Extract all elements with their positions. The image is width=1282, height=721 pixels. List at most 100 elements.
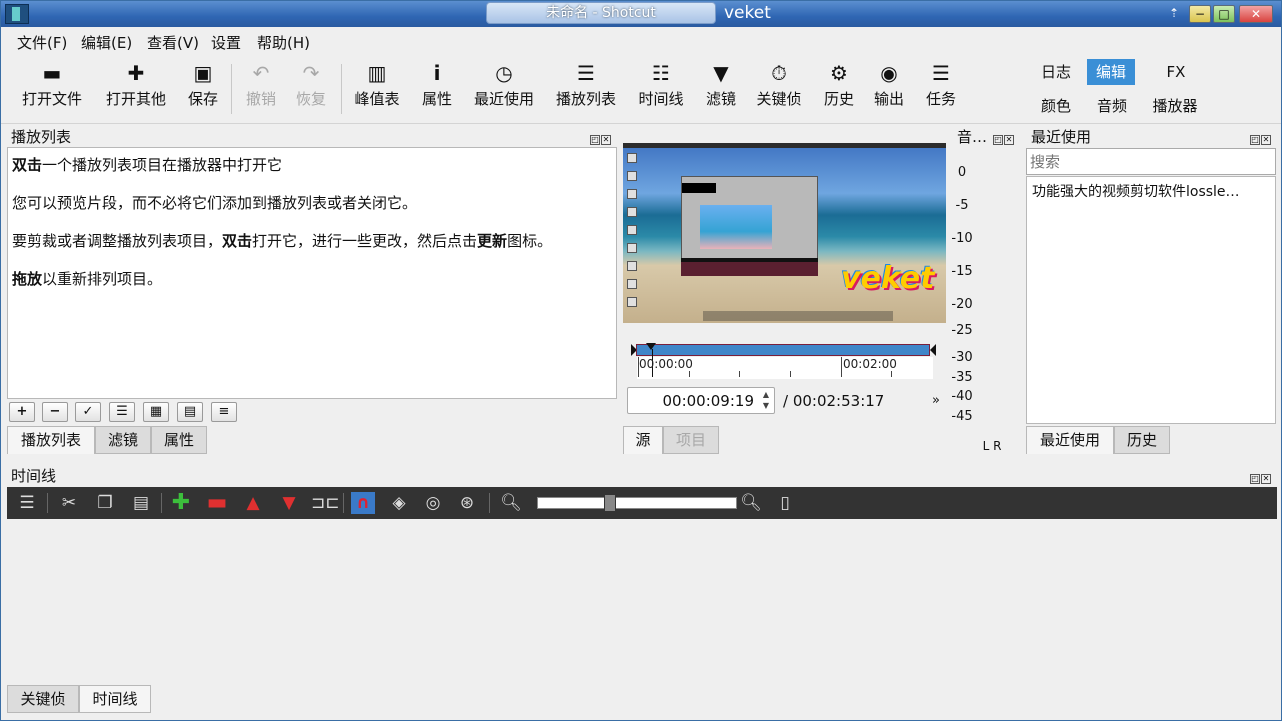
lift-icon[interactable]: ▲ <box>241 492 265 514</box>
playlist-panel-controls[interactable]: ◰ ✕ <box>590 130 614 145</box>
undo-button[interactable]: ↶ 撤销 <box>243 58 279 118</box>
layout-player[interactable]: 播放器 <box>1147 93 1203 119</box>
meter-panel-controls[interactable]: ◰ ✕ <box>993 130 1017 145</box>
redo-button[interactable]: ↷ 恢复 <box>293 58 329 118</box>
player-scrubber[interactable] <box>631 343 936 357</box>
zoom-out-icon[interactable]: 🔍︎ <box>499 492 523 514</box>
paste-icon[interactable]: ▤ <box>129 492 153 514</box>
menu-bar: 文件(F) 编辑(E) 查看(V) 设置 帮助(H) <box>1 28 1281 53</box>
playlist-add-button[interactable]: + <box>9 402 35 422</box>
layout-editing[interactable]: 编辑 <box>1087 59 1135 85</box>
close-panel-icon[interactable]: ✕ <box>1261 474 1271 484</box>
menu-view[interactable]: 查看(V) <box>147 32 199 53</box>
history-button[interactable]: ⚙ 历史 <box>821 58 857 118</box>
properties-label: 属性 <box>421 90 452 108</box>
recent-button[interactable]: ◷ 最近使用 <box>471 58 537 118</box>
properties-button[interactable]: i 属性 <box>419 58 455 118</box>
recent-panel-controls[interactable]: ◰ ✕ <box>1250 130 1274 145</box>
open-file-button[interactable]: ▬ 打开文件 <box>19 58 85 118</box>
cut-icon[interactable]: ✂ <box>57 492 81 514</box>
layout-color[interactable]: 颜色 <box>1035 93 1077 119</box>
export-button[interactable]: ◉ 输出 <box>871 58 907 118</box>
shade-button[interactable]: ⇡ <box>1167 5 1181 23</box>
peak-meter-button[interactable]: ▥ 峰值表 <box>351 58 403 118</box>
tab-properties[interactable]: 属性 <box>151 426 207 454</box>
overwrite-icon[interactable]: ▼ <box>277 492 301 514</box>
nested-window-block <box>682 183 716 193</box>
timeline-separator <box>489 493 490 513</box>
playlist-icons-view-button[interactable]: ▤ <box>177 402 203 422</box>
playlist-tiles-view-button[interactable]: ▦ <box>143 402 169 422</box>
ruler-tick <box>638 357 639 377</box>
video-preview[interactable]: veket <box>623 143 946 323</box>
keyframes-button[interactable]: ⏱ 关键侦 <box>753 58 805 118</box>
float-icon[interactable]: ◰ <box>1250 474 1260 484</box>
tab-filters[interactable]: 滤镜 <box>95 426 151 454</box>
split-icon[interactable]: ⊐⊏ <box>311 492 340 514</box>
recent-search-input[interactable] <box>1026 148 1276 175</box>
player-more-button[interactable]: » <box>932 393 940 408</box>
zoom-slider-handle[interactable] <box>604 494 616 512</box>
tab-keyframes[interactable]: 关键侦 <box>7 685 79 713</box>
timeline-panel-controls[interactable]: ◰ ✕ <box>1250 469 1274 484</box>
save-button[interactable]: ▣ 保存 <box>185 58 221 118</box>
zoom-fit-icon[interactable]: ▯ <box>773 492 797 514</box>
playlist-details-view-button[interactable]: ☰ <box>109 402 135 422</box>
tab-timeline[interactable]: 时间线 <box>79 685 151 713</box>
zoom-slider[interactable] <box>537 494 737 512</box>
stopwatch-icon: ⏱ <box>771 61 787 85</box>
app-icon[interactable] <box>5 4 29 24</box>
menu-file[interactable]: 文件(F) <box>17 32 67 53</box>
maximize-button[interactable]: □ <box>1213 5 1235 23</box>
snap-icon[interactable]: ∩ <box>351 492 375 514</box>
zoom-in-icon[interactable]: 🔍︎ <box>739 492 763 514</box>
playhead-icon[interactable] <box>646 343 660 357</box>
time-spinner[interactable]: ▲ ▼ <box>759 389 773 412</box>
ripple-icon[interactable]: ◎ <box>421 492 445 514</box>
layout-audio[interactable]: 音频 <box>1091 93 1133 119</box>
desktop-icon <box>627 189 637 199</box>
float-icon[interactable]: ◰ <box>993 135 1003 145</box>
minimize-button[interactable]: − <box>1189 5 1211 23</box>
playlist-remove-button[interactable]: − <box>42 402 68 422</box>
recent-list[interactable]: 功能强大的视频剪切软件lossle… <box>1026 176 1276 424</box>
menu-settings[interactable]: 设置 <box>211 32 241 53</box>
jobs-button[interactable]: ☰ 任务 <box>923 58 959 118</box>
menu-icon[interactable]: ☰ <box>15 492 39 514</box>
float-icon[interactable]: ◰ <box>590 135 600 145</box>
close-panel-icon[interactable]: ✕ <box>1004 135 1014 145</box>
playlist-update-button[interactable]: ✓ <box>75 402 101 422</box>
timeline-button[interactable]: ☷ 时间线 <box>635 58 687 118</box>
close-panel-icon[interactable]: ✕ <box>1261 135 1271 145</box>
playlist-view[interactable]: 双击一个播放列表项目在播放器中打开它 您可以预览片段，而不必将它们添加到播放列表… <box>7 147 617 399</box>
close-button[interactable]: ✕ <box>1239 5 1273 23</box>
float-icon[interactable]: ◰ <box>1250 135 1260 145</box>
ripple-all-icon[interactable]: ⊛ <box>455 492 479 514</box>
append-icon[interactable]: ✚ <box>169 492 193 514</box>
meter-label: -45 <box>951 409 973 424</box>
tab-project[interactable]: 项目 <box>663 426 719 454</box>
playlist-menu-button[interactable]: ≡ <box>211 402 237 422</box>
menu-help[interactable]: 帮助(H) <box>257 32 310 53</box>
ruler-tick <box>790 371 791 377</box>
recent-list-item[interactable]: 功能强大的视频剪切软件lossle… <box>1032 181 1240 201</box>
timeline-tracks-area[interactable] <box>7 519 1277 683</box>
tab-playlist[interactable]: 播放列表 <box>7 426 95 454</box>
tab-recent[interactable]: 最近使用 <box>1026 426 1114 454</box>
playlist-button[interactable]: ☰ 播放列表 <box>553 58 619 118</box>
remove-icon[interactable]: ▬ <box>205 492 229 514</box>
scrubber-bar[interactable] <box>636 344 930 356</box>
close-panel-icon[interactable]: ✕ <box>601 135 611 145</box>
layout-logging[interactable]: 日志 <box>1035 59 1077 85</box>
scrub-icon[interactable]: ◈ <box>387 492 411 514</box>
tab-history[interactable]: 历史 <box>1114 426 1170 454</box>
open-other-button[interactable]: ✚ 打开其他 <box>101 58 171 118</box>
filters-button[interactable]: ▼ 滤镜 <box>703 58 739 118</box>
tab-source[interactable]: 源 <box>623 426 663 454</box>
copy-icon[interactable]: ❐ <box>93 492 117 514</box>
layout-fx[interactable]: FX <box>1157 59 1195 85</box>
title-bar[interactable]: 未命名 - Shotcut veket ⇡ − □ ✕ <box>1 1 1281 27</box>
desktop-icon <box>627 225 637 235</box>
current-time-field[interactable]: 00:00:09:19 ▲ ▼ <box>627 387 775 414</box>
menu-edit[interactable]: 编辑(E) <box>81 32 132 53</box>
